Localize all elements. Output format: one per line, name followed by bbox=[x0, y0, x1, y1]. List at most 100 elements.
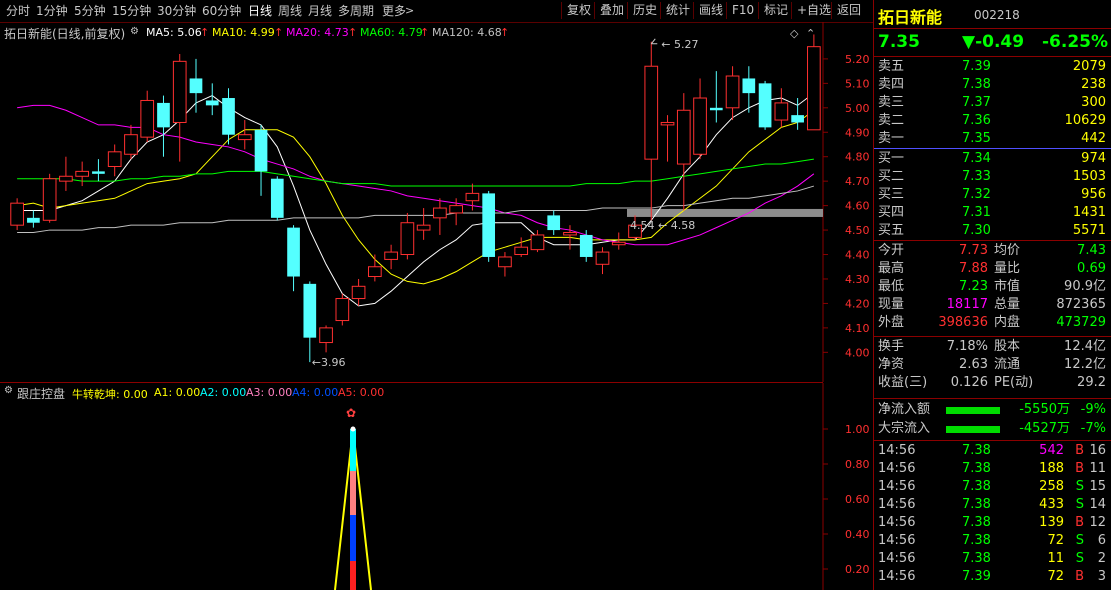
orderbook-divider bbox=[874, 148, 1111, 149]
chevron-right-icon[interactable]: > bbox=[405, 3, 414, 19]
tab-period-3[interactable]: 15分钟 bbox=[112, 3, 151, 19]
candle-body bbox=[791, 115, 804, 123]
settings-icon[interactable]: ⚙ bbox=[130, 26, 139, 37]
settings-icon[interactable]: ⚙ bbox=[4, 385, 13, 396]
candle-body bbox=[676, 109, 691, 165]
toolbar-action-0[interactable]: 复权 bbox=[561, 2, 596, 19]
tick-count: 12 bbox=[1089, 515, 1106, 530]
tab-period-4[interactable]: 30分钟 bbox=[157, 3, 196, 19]
flow-row: 净流入额 -5550万 -9% bbox=[878, 401, 1108, 419]
ask-row: 卖四 7.38 238 bbox=[878, 76, 1108, 94]
ask-price: 7.39 bbox=[962, 59, 991, 74]
candle-body bbox=[254, 129, 268, 172]
candle-body bbox=[10, 202, 24, 226]
toolbar-action-6[interactable]: 标记 bbox=[758, 2, 793, 19]
indicator-title: 跟庄控盘 bbox=[17, 387, 66, 401]
tab-period-2[interactable]: 5分钟 bbox=[74, 3, 106, 19]
candle-body bbox=[303, 283, 317, 338]
ask-volume: 2079 bbox=[1072, 59, 1106, 74]
tick-side: B bbox=[1075, 443, 1084, 458]
candle-body bbox=[205, 100, 219, 106]
spike-top bbox=[350, 426, 356, 432]
tab-period-0[interactable]: 分时 bbox=[6, 3, 30, 19]
spike-segment bbox=[350, 561, 356, 590]
tick-time: 14:56 bbox=[878, 479, 916, 494]
candle-body bbox=[319, 327, 333, 344]
ask-row: 卖一 7.35 442 bbox=[878, 130, 1108, 148]
tick-price: 7.38 bbox=[962, 533, 991, 548]
bid-price: 7.31 bbox=[962, 205, 991, 220]
tick-count: 14 bbox=[1089, 497, 1106, 512]
candle-body bbox=[107, 151, 122, 167]
candle-body bbox=[287, 227, 300, 277]
candle-body bbox=[172, 60, 187, 123]
tick-time: 14:56 bbox=[878, 497, 916, 512]
y-tick-label: 4.10 bbox=[845, 322, 870, 335]
stat-value: 7.88 bbox=[959, 261, 988, 276]
tick-time: 14:56 bbox=[878, 569, 916, 584]
toolbar-action-3[interactable]: 统计 bbox=[660, 2, 695, 19]
candle-body bbox=[335, 298, 350, 322]
y-tick-label: 1.00 bbox=[845, 423, 870, 436]
toolbar-action-2[interactable]: 历史 bbox=[627, 2, 662, 19]
tick-volume: 72 bbox=[1047, 569, 1064, 584]
candle-body bbox=[27, 217, 40, 223]
up-arrow-icon: ↑ bbox=[200, 26, 210, 39]
stat-value: 872365 bbox=[1056, 297, 1106, 312]
tab-period-1[interactable]: 1分钟 bbox=[36, 3, 68, 19]
toolbar-action-7[interactable]: +自选 bbox=[791, 2, 836, 19]
candle-body bbox=[595, 251, 610, 265]
toolbar-action-8[interactable]: 返回 bbox=[831, 2, 866, 19]
tick-side: S bbox=[1075, 551, 1084, 566]
stat-value: 398636 bbox=[938, 315, 988, 330]
tab-period-8[interactable]: 月线 bbox=[308, 3, 332, 19]
ma-legend-0: MA5: 5.06 bbox=[146, 26, 202, 39]
ask-row: 卖三 7.37 300 bbox=[878, 94, 1108, 112]
toolbar-action-5[interactable]: F10 bbox=[726, 2, 759, 19]
toolbar-action-1[interactable]: 叠加 bbox=[594, 2, 629, 19]
low-annotation: ←3.96 bbox=[312, 356, 346, 369]
tab-period-6[interactable]: 日线 bbox=[248, 3, 272, 19]
flow-pct: -7% bbox=[1080, 421, 1106, 436]
tick-time: 14:56 bbox=[878, 461, 916, 476]
candle-body bbox=[59, 175, 73, 182]
indicator-chart[interactable]: 1.00 0.80 0.60 0.40 0.20 ✿ bbox=[0, 383, 873, 590]
stat-label: 总量 bbox=[994, 297, 1021, 312]
tick-count: 16 bbox=[1089, 443, 1106, 458]
indicator-item-3: A3: 0.00 bbox=[246, 386, 293, 399]
y-tick-label: 0.80 bbox=[845, 458, 870, 471]
bid-volume: 974 bbox=[1081, 151, 1106, 166]
candle-body bbox=[807, 46, 821, 131]
y-tick-label: 4.20 bbox=[845, 297, 870, 310]
candle-body bbox=[547, 215, 561, 231]
ask-label: 卖三 bbox=[878, 95, 905, 110]
bid-row: 买一 7.34 974 bbox=[878, 150, 1108, 168]
mid-annotation: 4.54 ← 4.58 bbox=[630, 219, 695, 232]
tab-period-5[interactable]: 60分钟 bbox=[202, 3, 241, 19]
candlestick-chart[interactable]: 5.20 5.10 5.00 4.90 4.80 4.70 4.60 4.50 4.40 4.30… bbox=[0, 22, 873, 382]
stat-value: 473729 bbox=[1056, 315, 1106, 330]
tick-side: S bbox=[1075, 497, 1084, 512]
tick-row: 14:56 7.38 139 B 12 bbox=[878, 514, 1108, 532]
bid-price: 7.32 bbox=[962, 187, 991, 202]
stat-label: 股本 bbox=[994, 339, 1021, 354]
flow-label: 大宗流入 bbox=[878, 421, 931, 436]
stat-row: 最低 7.23 市值 90.9亿 bbox=[878, 278, 1108, 296]
tab-period-7[interactable]: 周线 bbox=[278, 3, 302, 19]
up-arrow-icon: ↑ bbox=[500, 26, 510, 39]
flow-bar bbox=[946, 407, 1000, 414]
bid-label: 买二 bbox=[878, 169, 905, 184]
indicator-item-1: A1: 0.00 bbox=[154, 386, 201, 399]
ask-label: 卖四 bbox=[878, 77, 905, 92]
candle-body bbox=[611, 241, 626, 246]
tick-time: 14:56 bbox=[878, 533, 916, 548]
y-tick-label: 0.40 bbox=[845, 528, 870, 541]
toolbar-action-4[interactable]: 画线 bbox=[693, 2, 728, 19]
stat-row: 现量 18117 总量 872365 bbox=[878, 296, 1108, 314]
tab-period-9[interactable]: 多周期 bbox=[338, 3, 374, 19]
tick-volume: 72 bbox=[1047, 533, 1064, 548]
tab-period-10[interactable]: 更多 bbox=[382, 3, 406, 19]
stat-row: 今开 7.73 均价 7.43 bbox=[878, 242, 1108, 260]
up-arrow-icon: ↑ bbox=[420, 26, 430, 39]
y-tick-label: 5.10 bbox=[845, 77, 870, 90]
